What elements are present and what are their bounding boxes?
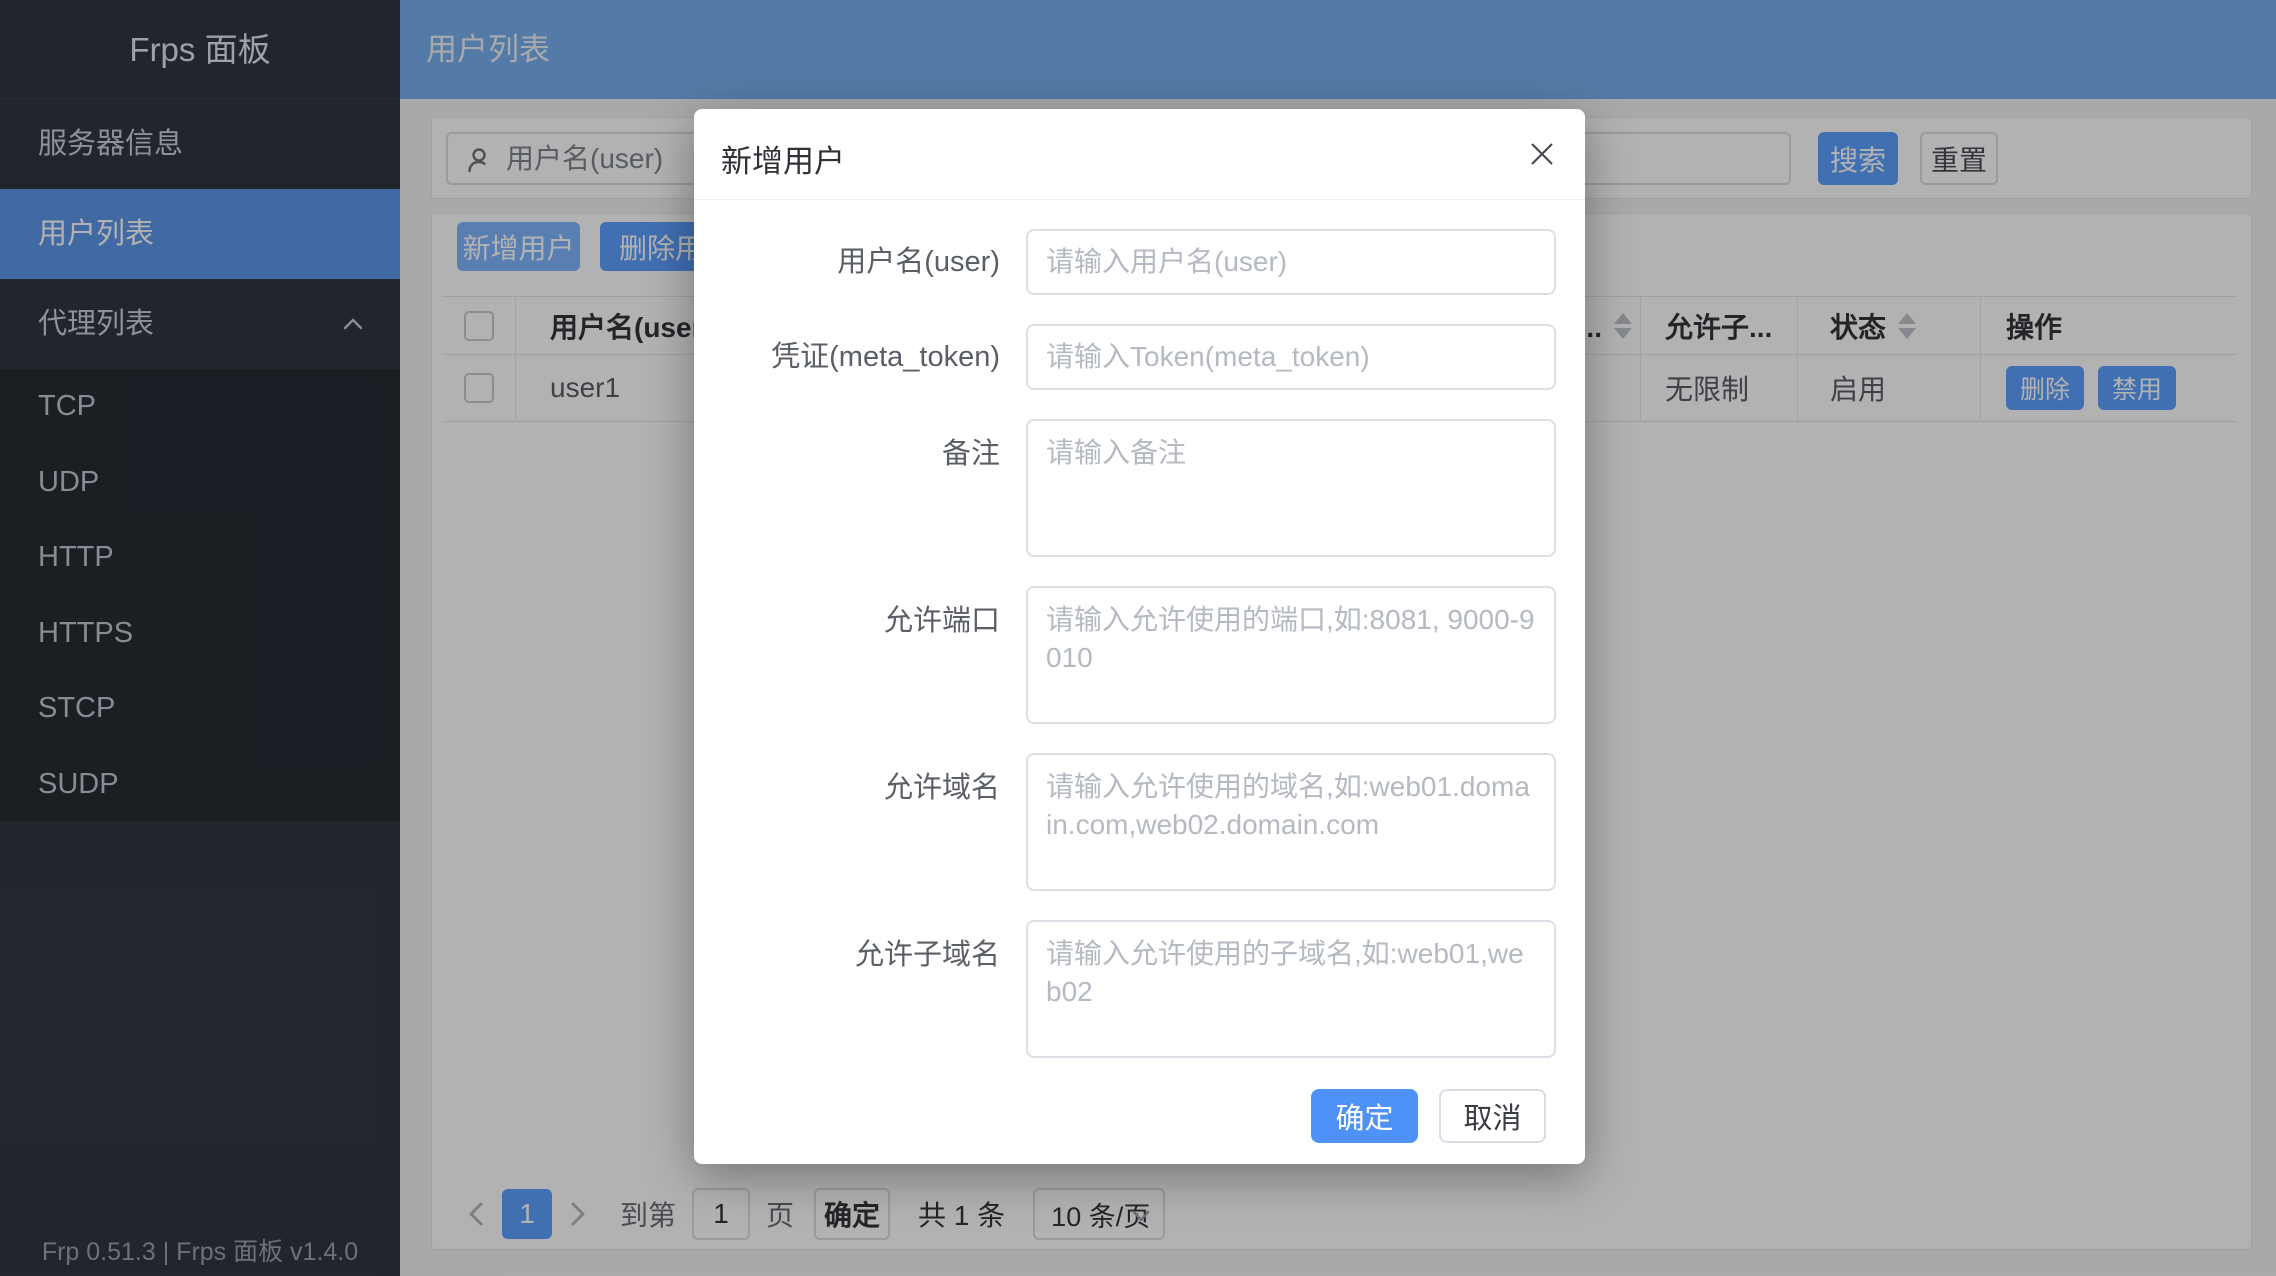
form-row-domains: 允许域名 [694, 753, 1585, 891]
allow-domains-field[interactable] [1026, 753, 1556, 891]
form-row-subdomains: 允许子域名 [694, 920, 1585, 1058]
form-row-remark: 备注 [694, 419, 1585, 557]
token-label: 凭证(meta_token) [694, 324, 1000, 390]
token-field[interactable] [1026, 324, 1556, 390]
allow-subdomains-field[interactable] [1026, 920, 1556, 1058]
allow-ports-label: 允许端口 [694, 586, 1000, 640]
confirm-button[interactable]: 确定 [1311, 1089, 1418, 1143]
dialog-body: 用户名(user) 凭证(meta_token) 备注 允许端口 允许域名 允许… [694, 200, 1585, 1058]
form-row-ports: 允许端口 [694, 586, 1585, 724]
add-user-dialog: 新增用户 用户名(user) 凭证(meta_token) 备注 允许端口 允许… [694, 109, 1585, 1164]
username-label: 用户名(user) [694, 229, 1000, 295]
cancel-button[interactable]: 取消 [1439, 1089, 1546, 1143]
remark-field[interactable] [1026, 419, 1556, 557]
form-row-username: 用户名(user) [694, 229, 1585, 295]
allow-ports-field[interactable] [1026, 586, 1556, 724]
allow-subdomains-label: 允许子域名 [694, 920, 1000, 974]
username-field[interactable] [1026, 229, 1556, 295]
form-row-token: 凭证(meta_token) [694, 324, 1585, 390]
dialog-header: 新增用户 [694, 109, 1585, 200]
close-icon[interactable] [1527, 139, 1557, 169]
dialog-title: 新增用户 [721, 136, 845, 181]
allow-domains-label: 允许域名 [694, 753, 1000, 807]
remark-label: 备注 [694, 419, 1000, 473]
dialog-footer: 确定 取消 [1311, 1089, 1546, 1143]
